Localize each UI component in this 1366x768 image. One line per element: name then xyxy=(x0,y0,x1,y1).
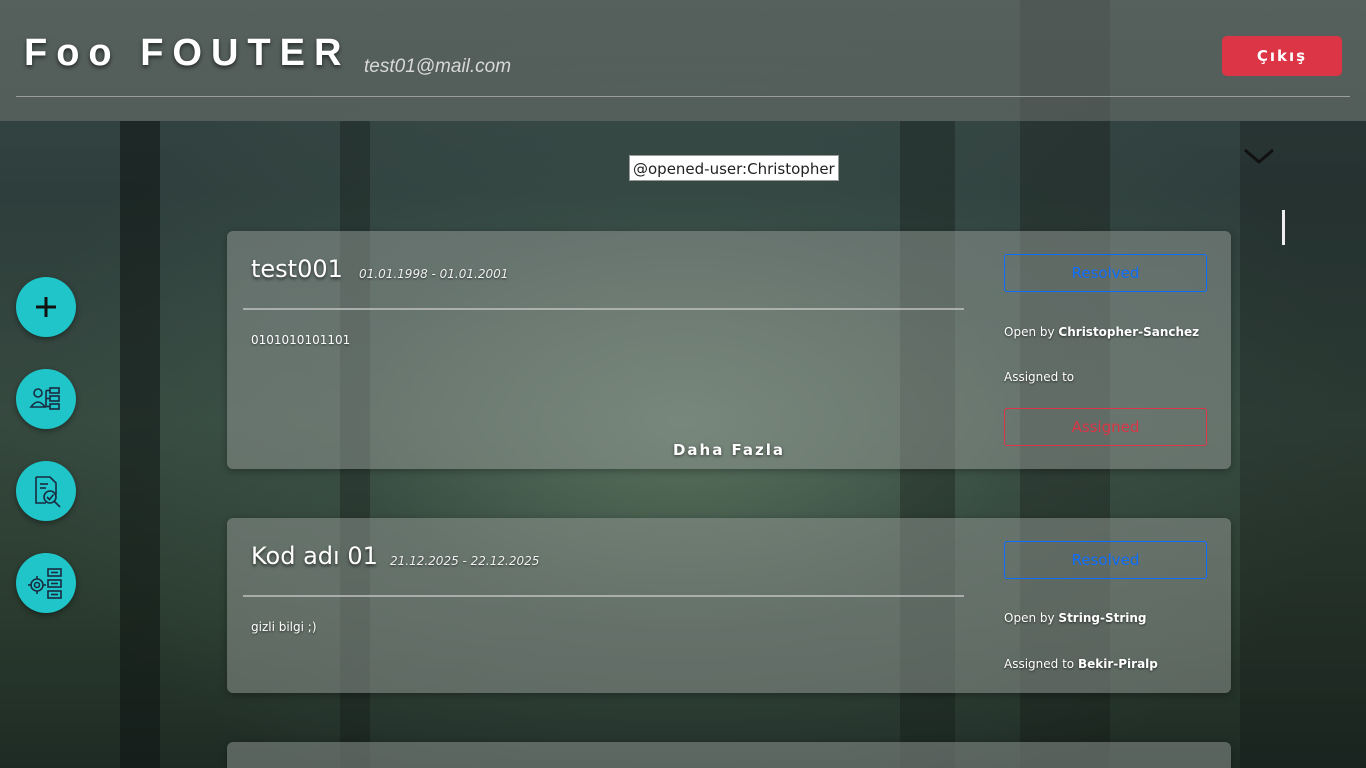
users-button[interactable] xyxy=(16,369,76,429)
resolved-button[interactable]: Resolved xyxy=(1004,254,1207,292)
user-hierarchy-icon xyxy=(29,387,60,410)
top-header: Foo FOUTER test01@mail.com Çıkış xyxy=(0,0,1366,121)
background-tree xyxy=(120,121,160,768)
open-by-user: Christopher-Sanchez xyxy=(1058,325,1200,339)
task-title: test001 xyxy=(251,255,343,283)
assigned-to-label: Assigned to xyxy=(1004,370,1075,384)
settings-button[interactable] xyxy=(16,553,76,613)
assigned-to-text: Assigned to xyxy=(1004,370,1074,384)
task-description: gizli bilgi ;) xyxy=(251,620,317,634)
task-dates: 21.12.2025 - 22.12.2025 xyxy=(390,554,540,568)
open-by-text: Open by Christopher-Sanchez xyxy=(1004,325,1199,339)
assigned-to-user: Bekir-Piralp xyxy=(1077,657,1158,671)
app-brand: Foo FOUTER xyxy=(24,32,351,74)
chevron-down-icon[interactable] xyxy=(1242,146,1276,166)
user-email: test01@mail.com xyxy=(364,56,512,77)
task-dates: 01.01.1998 - 01.01.2001 xyxy=(359,267,509,281)
plus-icon xyxy=(36,297,56,317)
opened-user-tooltip: @opened-user:Christopher xyxy=(629,155,839,181)
open-by-label: Open by xyxy=(1004,611,1055,625)
settings-list-icon xyxy=(28,568,62,599)
review-button[interactable] xyxy=(16,461,76,521)
task-description: 0101010101101 xyxy=(251,333,351,347)
task-card: test001 01.01.1998 - 01.01.2001 01010101… xyxy=(227,231,1231,469)
card-divider xyxy=(243,308,964,310)
open-by-text: Open by String-String xyxy=(1004,611,1147,625)
header-divider xyxy=(16,96,1350,97)
more-button[interactable]: Daha Fazla xyxy=(227,441,1231,459)
task-card xyxy=(227,742,1231,768)
task-title: Kod adı 01 xyxy=(251,542,378,570)
assigned-to-label: Assigned to xyxy=(1004,657,1075,671)
assigned-to-text: Assigned to Bekir-Piralp xyxy=(1004,657,1158,671)
resolved-button[interactable]: Resolved xyxy=(1004,541,1207,579)
open-by-user: String-String xyxy=(1058,611,1147,625)
open-by-label: Open by xyxy=(1004,325,1055,339)
document-search-icon xyxy=(35,476,61,508)
scrollbar-thumb[interactable] xyxy=(1282,210,1285,245)
logout-button[interactable]: Çıkış xyxy=(1222,36,1342,76)
background-tree xyxy=(1240,121,1366,768)
card-divider xyxy=(243,595,964,597)
task-card: Kod adı 01 21.12.2025 - 22.12.2025 gizli… xyxy=(227,518,1231,693)
add-button[interactable] xyxy=(16,277,76,337)
